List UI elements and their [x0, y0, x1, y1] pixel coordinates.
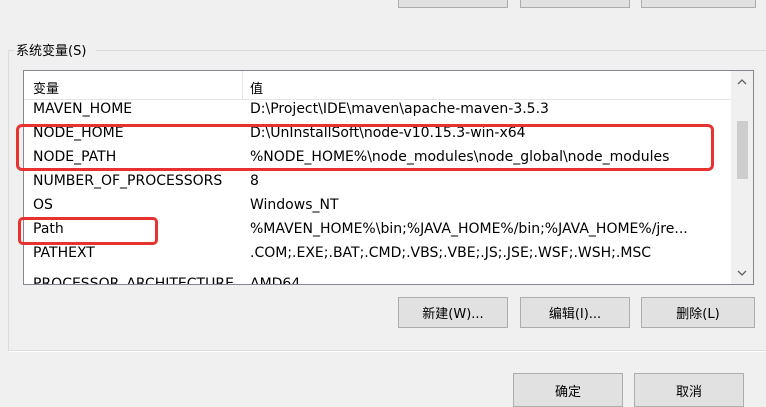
- cancel-button[interactable]: 取消: [634, 373, 744, 407]
- variable-name: OS: [33, 197, 53, 213]
- top-button-2[interactable]: [520, 0, 630, 8]
- column-separator[interactable]: [242, 71, 243, 99]
- system-variables-label: 系统变量(S): [16, 44, 87, 59]
- top-button-3[interactable]: [641, 0, 756, 8]
- variable-value: AMD64: [250, 276, 301, 285]
- chevron-up-icon[interactable]: [731, 71, 753, 93]
- scrollbar-thumb[interactable]: [737, 121, 748, 179]
- column-header-name[interactable]: 变量: [33, 78, 59, 97]
- chevron-down-icon[interactable]: [731, 262, 753, 284]
- edit-button[interactable]: 编辑(I)...: [520, 297, 630, 328]
- list-item[interactable]: MAVEN_HOME D:\Project\IDE\maven\apache-m…: [24, 99, 731, 123]
- list-item[interactable]: NUMBER_OF_PROCESSORS 8: [24, 171, 731, 195]
- variable-name: PROCESSOR_ARCHITECTURE: [33, 276, 234, 285]
- top-button-1[interactable]: [398, 0, 508, 8]
- variable-value: D:\Project\IDE\maven\apache-maven-3.5.3: [250, 101, 549, 117]
- list-item[interactable]: PATHEXT .COM;.EXE;.BAT;.CMD;.VBS;.VBE;.J…: [24, 243, 731, 267]
- variable-value: Windows_NT: [250, 197, 339, 213]
- group-border: [96, 50, 766, 51]
- group-border: [9, 351, 766, 352]
- list-header: 变量 值: [24, 71, 731, 100]
- variable-name: MAVEN_HOME: [33, 101, 133, 117]
- vertical-scrollbar[interactable]: [731, 71, 753, 284]
- highlight-node-vars: [16, 124, 714, 171]
- variable-name: PATHEXT: [33, 245, 95, 261]
- list-item[interactable]: PROCESSOR_ARCHITECTURE AMD64: [24, 267, 731, 285]
- variable-value: 8: [250, 173, 259, 189]
- new-button[interactable]: 新建(W)...: [398, 297, 508, 328]
- variable-value: .COM;.EXE;.BAT;.CMD;.VBS;.VBE;.JS;.JSE;.…: [250, 245, 652, 261]
- delete-button[interactable]: 删除(L): [641, 297, 755, 328]
- highlight-path: [18, 217, 158, 245]
- variable-name: NUMBER_OF_PROCESSORS: [33, 173, 223, 189]
- system-variables-list[interactable]: 变量 值 MAVEN_HOME D:\Project\IDE\maven\apa…: [23, 70, 754, 285]
- variable-value: %MAVEN_HOME%\bin;%JAVA_HOME%/bin;%JAVA_H…: [250, 221, 688, 237]
- group-border: [8, 50, 9, 350]
- list-item[interactable]: OS Windows_NT: [24, 195, 731, 219]
- column-header-value[interactable]: 值: [250, 78, 263, 97]
- ok-button[interactable]: 确定: [513, 373, 623, 407]
